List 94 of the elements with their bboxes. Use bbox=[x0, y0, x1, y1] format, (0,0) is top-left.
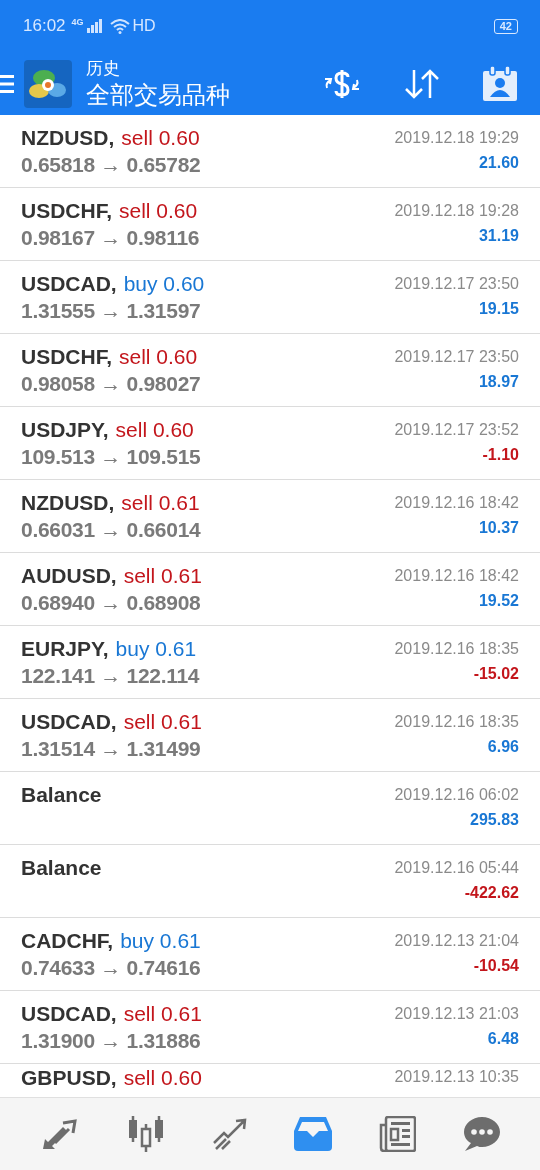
symbol-label: EURJPY, bbox=[21, 637, 110, 661]
symbol-label: USDJPY, bbox=[21, 418, 110, 442]
deal-row[interactable]: NZDUSD, sell 0.61 0.66031 → 0.66014 2019.12.16 18:42 10.37 bbox=[0, 480, 540, 553]
deal-time: 2019.12.16 18:35 bbox=[394, 713, 519, 731]
price-change: 109.513 → 109.515 bbox=[21, 445, 201, 469]
order-label: buy 0.60 bbox=[123, 272, 205, 296]
deal-row[interactable]: NZDUSD, sell 0.60 0.65818 → 0.65782 2019.12.18 19:29 21.60 bbox=[0, 115, 540, 188]
deal-row[interactable]: USDCAD, buy 0.60 1.31555 → 1.31597 2019.12.17 23:50 19.15 bbox=[0, 261, 540, 334]
profit-value: 18.97 bbox=[478, 373, 519, 391]
price-change: 1.31900 → 1.31886 bbox=[21, 1029, 202, 1053]
profit-value: -1.10 bbox=[482, 446, 519, 464]
deal-row[interactable]: CADCHF, buy 0.61 0.74633 → 0.74616 2019.12.13 21:04 -10.54 bbox=[0, 918, 540, 991]
order-label: sell 0.60 bbox=[115, 418, 194, 442]
order-label: sell 0.60 bbox=[119, 199, 198, 223]
symbol-label: Balance bbox=[21, 783, 103, 807]
profit-value: -10.54 bbox=[473, 957, 519, 975]
hd-label: HD bbox=[132, 17, 156, 35]
order-label: buy 0.61 bbox=[115, 637, 197, 661]
symbol-label: CADCHF, bbox=[21, 929, 115, 953]
candlestick-icon[interactable] bbox=[127, 1116, 166, 1152]
symbol-label: USDCAD, bbox=[21, 1002, 118, 1026]
deal-time: 2019.12.18 19:29 bbox=[394, 129, 519, 147]
inbox-tray-icon[interactable] bbox=[294, 1117, 333, 1151]
deal-time: 2019.12.13 21:04 bbox=[394, 932, 519, 950]
profit-value: 6.48 bbox=[487, 1030, 519, 1048]
profit-value: 21.60 bbox=[478, 154, 519, 172]
signal-icon bbox=[86, 19, 103, 33]
profit-value: 10.37 bbox=[478, 519, 519, 537]
symbol-label: USDCHF, bbox=[21, 199, 113, 223]
order-label: sell 0.61 bbox=[123, 564, 202, 588]
app-logo-icon bbox=[24, 59, 72, 108]
deal-row[interactable]: USDCHF, sell 0.60 0.98167 → 0.98116 2019.12.18 19:28 31.19 bbox=[0, 188, 540, 261]
deal-time: 2019.12.13 21:03 bbox=[394, 1005, 519, 1023]
order-label: sell 0.61 bbox=[121, 491, 200, 515]
menu-icon[interactable] bbox=[0, 72, 14, 95]
battery-indicator: 42 bbox=[493, 18, 518, 34]
deal-time: 2019.12.17 23:50 bbox=[394, 348, 519, 366]
profit-value: -422.62 bbox=[464, 884, 519, 902]
order-label: sell 0.60 bbox=[123, 1065, 202, 1090]
order-label: buy 0.61 bbox=[120, 929, 201, 953]
calendar-contact-icon[interactable] bbox=[482, 65, 518, 102]
deal-time: 2019.12.16 05:44 bbox=[394, 859, 519, 877]
profit-value: 31.19 bbox=[478, 227, 519, 245]
deal-time: 2019.12.16 06:02 bbox=[394, 786, 519, 804]
price-change: 122.141 → 122.114 bbox=[21, 664, 200, 688]
chat-bubble-icon[interactable] bbox=[462, 1116, 501, 1152]
deal-row[interactable]: USDJPY, sell 0.60 109.513 → 109.515 2019.12.17 23:52 -1.10 bbox=[0, 407, 540, 480]
deal-time: 2019.12.16 18:42 bbox=[394, 494, 519, 512]
symbol-label: USDCHF, bbox=[21, 345, 113, 369]
deal-time: 2019.12.13 10:35 bbox=[394, 1067, 519, 1087]
deal-row[interactable]: USDCAD, sell 0.61 1.31900 → 1.31886 2019.12.13 21:03 6.48 bbox=[0, 991, 540, 1064]
profit-value: 6.96 bbox=[487, 738, 519, 756]
deal-row[interactable]: USDCAD, sell 0.61 1.31514 → 1.31499 2019.12.16 18:35 6.96 bbox=[0, 699, 540, 772]
profit-value: 19.52 bbox=[478, 592, 519, 610]
network-type: 4G bbox=[71, 17, 84, 27]
deal-row[interactable]: USDCHF, sell 0.60 0.98058 → 0.98027 2019.12.17 23:50 18.97 bbox=[0, 334, 540, 407]
symbol-label: NZDUSD, bbox=[21, 491, 116, 515]
order-label: sell 0.60 bbox=[121, 126, 200, 150]
profit-value: 295.83 bbox=[470, 811, 519, 829]
symbol-label: Balance bbox=[21, 856, 103, 880]
symbol-label: AUDUSD, bbox=[21, 564, 118, 588]
price-change: 0.65818 → 0.65782 bbox=[21, 153, 201, 177]
newspaper-icon[interactable] bbox=[378, 1116, 417, 1152]
price-change: 0.98058 → 0.98027 bbox=[21, 372, 201, 396]
deal-row[interactable]: Balance 2019.12.16 05:44 -422.62 bbox=[0, 845, 540, 918]
symbol-label: USDCAD, bbox=[21, 272, 118, 296]
symbol-label: NZDUSD, bbox=[21, 126, 116, 150]
screen-title: 历史 bbox=[86, 57, 121, 80]
clock: 16:02 bbox=[23, 16, 66, 36]
price-change: 0.98167 → 0.98116 bbox=[21, 226, 200, 250]
profit-value: 19.15 bbox=[478, 300, 519, 318]
deal-row[interactable]: Balance 2019.12.16 06:02 295.83 bbox=[0, 772, 540, 845]
deal-time: 2019.12.18 19:28 bbox=[394, 202, 519, 220]
order-label: sell 0.60 bbox=[119, 345, 198, 369]
symbol-label: GBPUSD, bbox=[21, 1065, 118, 1090]
wifi-icon bbox=[109, 18, 130, 34]
trend-line-icon[interactable] bbox=[211, 1117, 248, 1151]
order-label: sell 0.61 bbox=[123, 710, 202, 734]
deal-row[interactable]: EURJPY, buy 0.61 122.141 → 122.114 2019.12.16 18:35 -15.02 bbox=[0, 626, 540, 699]
deal-time: 2019.12.17 23:52 bbox=[394, 421, 519, 439]
order-label: sell 0.61 bbox=[123, 1002, 202, 1026]
profit-value: -15.02 bbox=[473, 665, 519, 683]
deal-time: 2019.12.17 23:50 bbox=[394, 275, 519, 293]
symbol-filter[interactable]: 全部交易品种 bbox=[86, 79, 282, 110]
price-change: 1.31555 → 1.31597 bbox=[21, 299, 202, 323]
symbol-label: USDCAD, bbox=[21, 710, 118, 734]
deal-row[interactable]: GBPUSD, sell 0.60 2019.12.13 10:35 bbox=[0, 1064, 540, 1090]
deal-row[interactable]: AUDUSD, sell 0.61 0.68940 → 0.68908 2019.12.16 18:42 19.52 bbox=[0, 553, 540, 626]
price-change: 0.66031 → 0.66014 bbox=[21, 518, 201, 542]
deal-time: 2019.12.16 18:42 bbox=[394, 567, 519, 585]
price-change: 0.68940 → 0.68908 bbox=[21, 591, 202, 615]
price-change: 0.74633 → 0.74616 bbox=[21, 956, 201, 980]
price-change: 1.31514 → 1.31499 bbox=[21, 737, 202, 761]
deal-time: 2019.12.16 18:35 bbox=[394, 640, 519, 658]
